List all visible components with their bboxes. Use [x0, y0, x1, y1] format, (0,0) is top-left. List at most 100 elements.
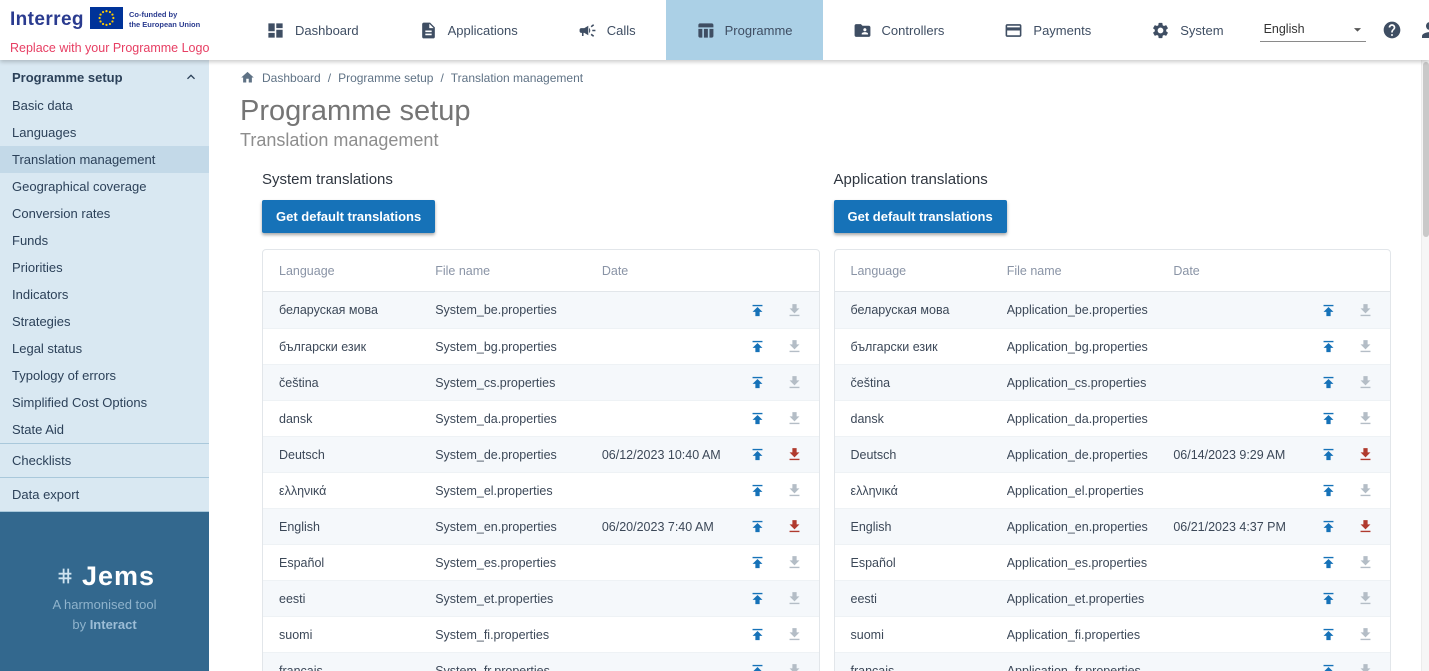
download-icon[interactable] [1357, 302, 1374, 319]
sidebar-item[interactable]: Conversion rates [0, 200, 209, 227]
get-default-translations-button[interactable]: Get default translations [834, 200, 1007, 233]
download-icon[interactable] [1357, 374, 1374, 391]
download-icon[interactable] [1357, 626, 1374, 643]
upload-icon[interactable] [749, 410, 766, 427]
nav-item[interactable]: Dashboard [236, 0, 389, 60]
upload-icon[interactable] [1320, 482, 1337, 499]
get-default-translations-button[interactable]: Get default translations [262, 200, 435, 233]
upload-icon[interactable] [749, 302, 766, 319]
upload-icon[interactable] [1320, 590, 1337, 607]
breadcrumb-item[interactable]: / Translation management [440, 71, 583, 85]
file-name-cell: System_bg.properties [435, 340, 602, 354]
table-header: Language File name Date [263, 250, 819, 292]
nav-item[interactable]: Calls [548, 0, 666, 60]
download-icon[interactable] [786, 302, 803, 319]
upload-icon[interactable] [1320, 554, 1337, 571]
upload-icon[interactable] [1320, 626, 1337, 643]
upload-icon[interactable] [749, 518, 766, 535]
vertical-scrollbar[interactable] [1421, 60, 1429, 671]
breadcrumb-item[interactable]: / Dashboard [262, 71, 321, 85]
upload-icon[interactable] [749, 590, 766, 607]
nav-item[interactable]: Payments [974, 0, 1121, 60]
sidebar-item[interactable]: Strategies [0, 308, 209, 335]
sidebar-item[interactable]: Checklists [0, 444, 209, 477]
sidebar-item[interactable]: Languages [0, 119, 209, 146]
column-header-language: Language [263, 264, 435, 278]
language-select[interactable]: English [1260, 19, 1366, 42]
download-icon[interactable] [1357, 482, 1374, 499]
download-icon[interactable] [786, 482, 803, 499]
language-cell: français [835, 664, 1007, 671]
app-window: Interreg Co-funded by the European Union… [0, 0, 1429, 671]
download-icon[interactable] [786, 518, 803, 535]
table-row: Español Application_es.properties [835, 544, 1391, 580]
upload-icon[interactable] [749, 554, 766, 571]
help-icon[interactable] [1382, 20, 1402, 40]
sidebar-item[interactable]: Simplified Cost Options [0, 389, 209, 416]
upload-icon[interactable] [1320, 374, 1337, 391]
upload-icon[interactable] [1320, 662, 1337, 671]
file-name-cell: System_es.properties [435, 556, 602, 570]
download-icon[interactable] [1357, 338, 1374, 355]
sidebar-item[interactable]: Data export [0, 478, 209, 511]
sidebar-item[interactable]: Geographical coverage [0, 173, 209, 200]
download-icon[interactable] [786, 446, 803, 463]
nav-label: Calls [607, 23, 636, 38]
download-icon[interactable] [1357, 518, 1374, 535]
sidebar-item[interactable]: Typology of errors [0, 362, 209, 389]
file-name-cell: Application_en.properties [1007, 520, 1174, 534]
download-icon[interactable] [786, 554, 803, 571]
upload-icon[interactable] [749, 338, 766, 355]
file-name-cell: System_fr.properties [435, 664, 602, 671]
row-actions [724, 446, 818, 463]
table-row: français System_fr.properties [263, 652, 819, 671]
sidebar-item[interactable]: Indicators [0, 281, 209, 308]
download-icon[interactable] [786, 590, 803, 607]
upload-icon[interactable] [749, 374, 766, 391]
language-cell: suomi [263, 628, 435, 642]
download-icon[interactable] [1357, 590, 1374, 607]
sidebar-section-programme-setup[interactable]: Programme setup [0, 60, 209, 92]
scrollbar-thumb[interactable] [1423, 62, 1429, 237]
upload-icon[interactable] [749, 662, 766, 671]
sidebar-item[interactable]: Basic data [0, 92, 209, 119]
sidebar-item[interactable]: State Aid [0, 416, 209, 443]
download-icon[interactable] [1357, 446, 1374, 463]
row-actions [724, 338, 818, 355]
jems-footer: Jems A harmonised tool by Interact [0, 512, 209, 671]
nav-item[interactable]: Programme [666, 0, 823, 60]
home-icon[interactable] [240, 70, 255, 85]
file-name-cell: Application_es.properties [1007, 556, 1174, 570]
upload-icon[interactable] [749, 626, 766, 643]
nav-item[interactable]: Applications [389, 0, 548, 60]
download-icon[interactable] [1357, 410, 1374, 427]
download-icon[interactable] [786, 662, 803, 671]
nav-item[interactable]: System [1121, 0, 1253, 60]
row-actions [1296, 482, 1390, 499]
download-icon[interactable] [1357, 554, 1374, 571]
upload-icon[interactable] [1320, 518, 1337, 535]
column-header-date: Date [602, 264, 724, 278]
upload-icon[interactable] [749, 446, 766, 463]
upload-icon[interactable] [1320, 302, 1337, 319]
upload-icon[interactable] [1320, 446, 1337, 463]
download-icon[interactable] [786, 410, 803, 427]
upload-icon[interactable] [1320, 410, 1337, 427]
sidebar-item[interactable]: Funds [0, 227, 209, 254]
cofunded-text: Co-funded by the European Union [129, 7, 200, 30]
nav-item[interactable]: Controllers [823, 0, 975, 60]
download-icon[interactable] [786, 626, 803, 643]
row-actions [724, 374, 818, 391]
upload-icon[interactable] [749, 482, 766, 499]
sidebar: Programme setup Basic data Languages Tra… [0, 60, 209, 671]
download-icon[interactable] [786, 338, 803, 355]
sidebar-item[interactable]: Translation management [0, 146, 209, 173]
sidebar-item[interactable]: Priorities [0, 254, 209, 281]
upload-icon[interactable] [1320, 338, 1337, 355]
breadcrumb-item[interactable]: / Programme setup [328, 71, 434, 85]
user-account-icon[interactable] [1418, 18, 1429, 42]
top-nav: Dashboard Applications Calls Programme [236, 0, 1254, 60]
sidebar-item[interactable]: Legal status [0, 335, 209, 362]
download-icon[interactable] [786, 374, 803, 391]
download-icon[interactable] [1357, 662, 1374, 671]
